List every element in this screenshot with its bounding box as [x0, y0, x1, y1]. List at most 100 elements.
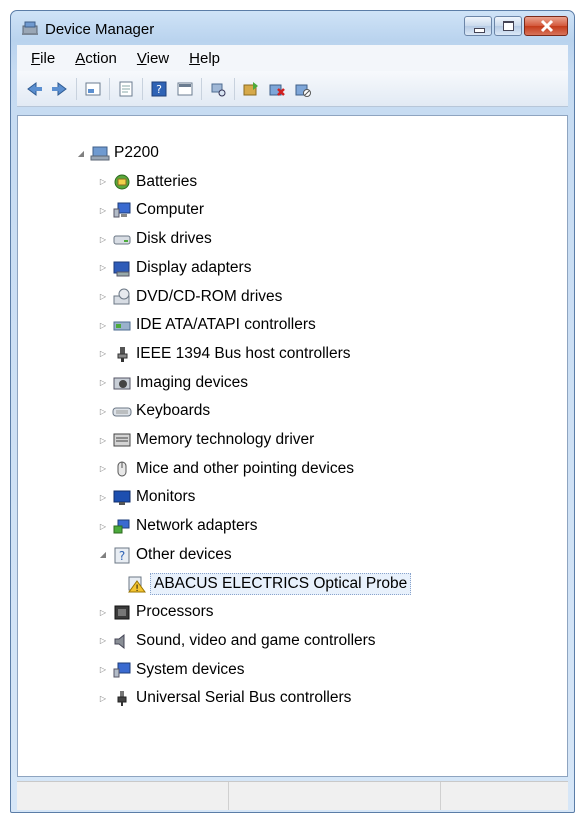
tree-item-label: Other devices [136, 545, 232, 563]
tree-category-disk-drives[interactable]: ▷ Disk drives [98, 226, 212, 252]
expand-icon[interactable]: ▷ [98, 234, 108, 244]
toolbar-separator [234, 77, 235, 100]
expand-icon[interactable]: ▷ [98, 492, 108, 502]
scan-hardware-button[interactable] [207, 79, 229, 99]
tree-item-label: Memory technology driver [136, 431, 315, 448]
tree-category-monitors[interactable]: ▷ Monitors [98, 484, 195, 510]
back-button[interactable] [23, 79, 45, 99]
update-driver-icon [243, 81, 258, 95]
maximize-icon [503, 21, 514, 31]
tree-item-label: System devices [136, 660, 245, 678]
tree-item-label: Imaging devices [136, 373, 249, 391]
toolbar-separator [201, 77, 202, 100]
disable-button[interactable] [292, 79, 314, 99]
usb-icon [117, 691, 127, 707]
warning-device-icon: ! [128, 576, 146, 593]
expand-icon[interactable]: ▷ [98, 263, 108, 273]
tree-category-network-adapters[interactable]: ▷ Network adapters [98, 513, 258, 539]
tree-item-label: Batteries [136, 172, 198, 190]
tree-item-label: IDE ATA/ATAPI controllers [136, 316, 316, 334]
status-pane-1 [17, 782, 229, 810]
expand-icon[interactable]: ▷ [98, 292, 108, 302]
uninstall-icon [269, 84, 285, 96]
expand-icon[interactable]: ▷ [98, 636, 108, 646]
collapse-icon[interactable]: ◢ [76, 148, 86, 158]
monitor-icon [113, 490, 131, 506]
toolbar-separator [76, 77, 77, 100]
properties-icon [85, 82, 101, 95]
tree-category-ieee-1394-bus-host-controllers[interactable]: ▷ IEEE 1394 Bus host controllers [98, 341, 351, 367]
close-icon [540, 19, 554, 33]
tree-category-computer[interactable]: ▷ Computer [98, 197, 204, 223]
expand-icon[interactable]: ▷ [98, 693, 108, 703]
device-manager-window: Device Manager File Action View Help ? ◢ P22… [10, 10, 575, 813]
tree-category-mice-and-other-pointing-devices[interactable]: ▷ Mice and other pointing devices [98, 456, 354, 482]
tree-item-label: Keyboards [136, 402, 211, 420]
system-device-icon [113, 662, 131, 678]
toolbar-separator [142, 77, 143, 100]
expand-icon[interactable]: ▷ [98, 464, 108, 474]
scan-hardware-icon [211, 83, 226, 96]
expand-icon[interactable]: ▷ [98, 521, 108, 531]
forward-button[interactable] [49, 79, 71, 99]
expand-icon[interactable]: ▷ [98, 320, 108, 330]
menu-help[interactable]: Help [187, 49, 222, 68]
maximize-button[interactable] [494, 16, 522, 36]
tree-category-dvd-cd-rom-drives[interactable]: ▷ DVD/CD-ROM drives [98, 284, 282, 310]
menu-view[interactable]: View [135, 49, 171, 68]
minimize-button[interactable] [464, 16, 492, 36]
expand-icon[interactable]: ▷ [98, 665, 108, 675]
tree-category-system-devices[interactable]: ▷ System devices [98, 657, 245, 683]
help-doc-icon [119, 81, 133, 96]
battery-icon [114, 174, 130, 190]
tree-item-label: Display adapters [136, 258, 252, 276]
computer-icon [113, 202, 131, 218]
window-title: Device Manager [45, 21, 155, 38]
tree-category-imaging-devices[interactable]: ▷ Imaging devices [98, 370, 248, 396]
close-button[interactable] [524, 16, 568, 36]
tree-item-label: Sound, video and game controllers [136, 631, 376, 649]
tree-category-keyboards[interactable]: ▷ Keyboards [98, 398, 210, 424]
expand-icon[interactable]: ▷ [98, 406, 108, 416]
tree-category-other-devices[interactable]: ◢? Other devices [98, 542, 232, 568]
device-tree-pane[interactable]: ◢ P2200 ▷ Batteries ▷ Computer ▷ Disk drives ▷ Di… [17, 115, 568, 777]
expand-icon[interactable]: ▷ [98, 435, 108, 445]
tree-device-node[interactable]: ! ABACUS ELECTRICS Optical Probe [126, 571, 412, 597]
tree-item-label: Mice and other pointing devices [136, 459, 354, 477]
tree-item-label: Processors [136, 603, 214, 621]
title-bar[interactable]: Device Manager [11, 11, 574, 45]
tree-category-batteries[interactable]: ▷ Batteries [98, 169, 197, 195]
tree-category-ide-ata-atapi-controllers[interactable]: ▷ IDE ATA/ATAPI controllers [98, 312, 316, 338]
ieee1394-icon [117, 346, 128, 362]
menu-action[interactable]: Action [73, 49, 119, 68]
mouse-icon [117, 461, 127, 477]
tree-item-label: Computer [136, 201, 205, 219]
tree-category-universal-serial-bus-controllers[interactable]: ▷ Universal Serial Bus controllers [98, 685, 351, 711]
view-button[interactable] [174, 79, 196, 99]
processor-icon [114, 605, 130, 620]
tree-category-sound-video-and-game-controllers[interactable]: ▷ Sound, video and game controllers [98, 628, 376, 654]
expand-icon[interactable]: ▷ [98, 205, 108, 215]
unknown-device-icon: ? [114, 547, 130, 564]
properties-button[interactable] [82, 79, 104, 99]
update-driver-button[interactable] [240, 79, 262, 99]
expand-icon[interactable]: ▷ [98, 349, 108, 359]
expand-icon[interactable]: ▷ [98, 177, 108, 187]
help-button[interactable]: ? [148, 79, 170, 99]
tree-category-display-adapters[interactable]: ▷ Display adapters [98, 255, 251, 281]
uninstall-button[interactable] [266, 79, 288, 99]
keyboard-icon [112, 407, 132, 417]
help-doc-button[interactable] [115, 79, 137, 99]
device-manager-icon [22, 21, 38, 35]
memory-icon [113, 433, 131, 447]
expand-icon[interactable]: ▷ [98, 607, 108, 617]
menu-bar: File Action View Help [17, 45, 568, 71]
svg-text:?: ? [156, 83, 162, 96]
tree-category-memory-technology-driver[interactable]: ▷ Memory technology driver [98, 427, 314, 453]
view-icon [177, 82, 193, 95]
tree-category-processors[interactable]: ▷ Processors [98, 599, 214, 625]
menu-file[interactable]: File [29, 49, 57, 68]
expand-icon[interactable]: ▷ [98, 378, 108, 388]
collapse-icon[interactable]: ◢ [98, 550, 108, 560]
tree-root-node[interactable]: ◢ P2200 [76, 140, 159, 166]
